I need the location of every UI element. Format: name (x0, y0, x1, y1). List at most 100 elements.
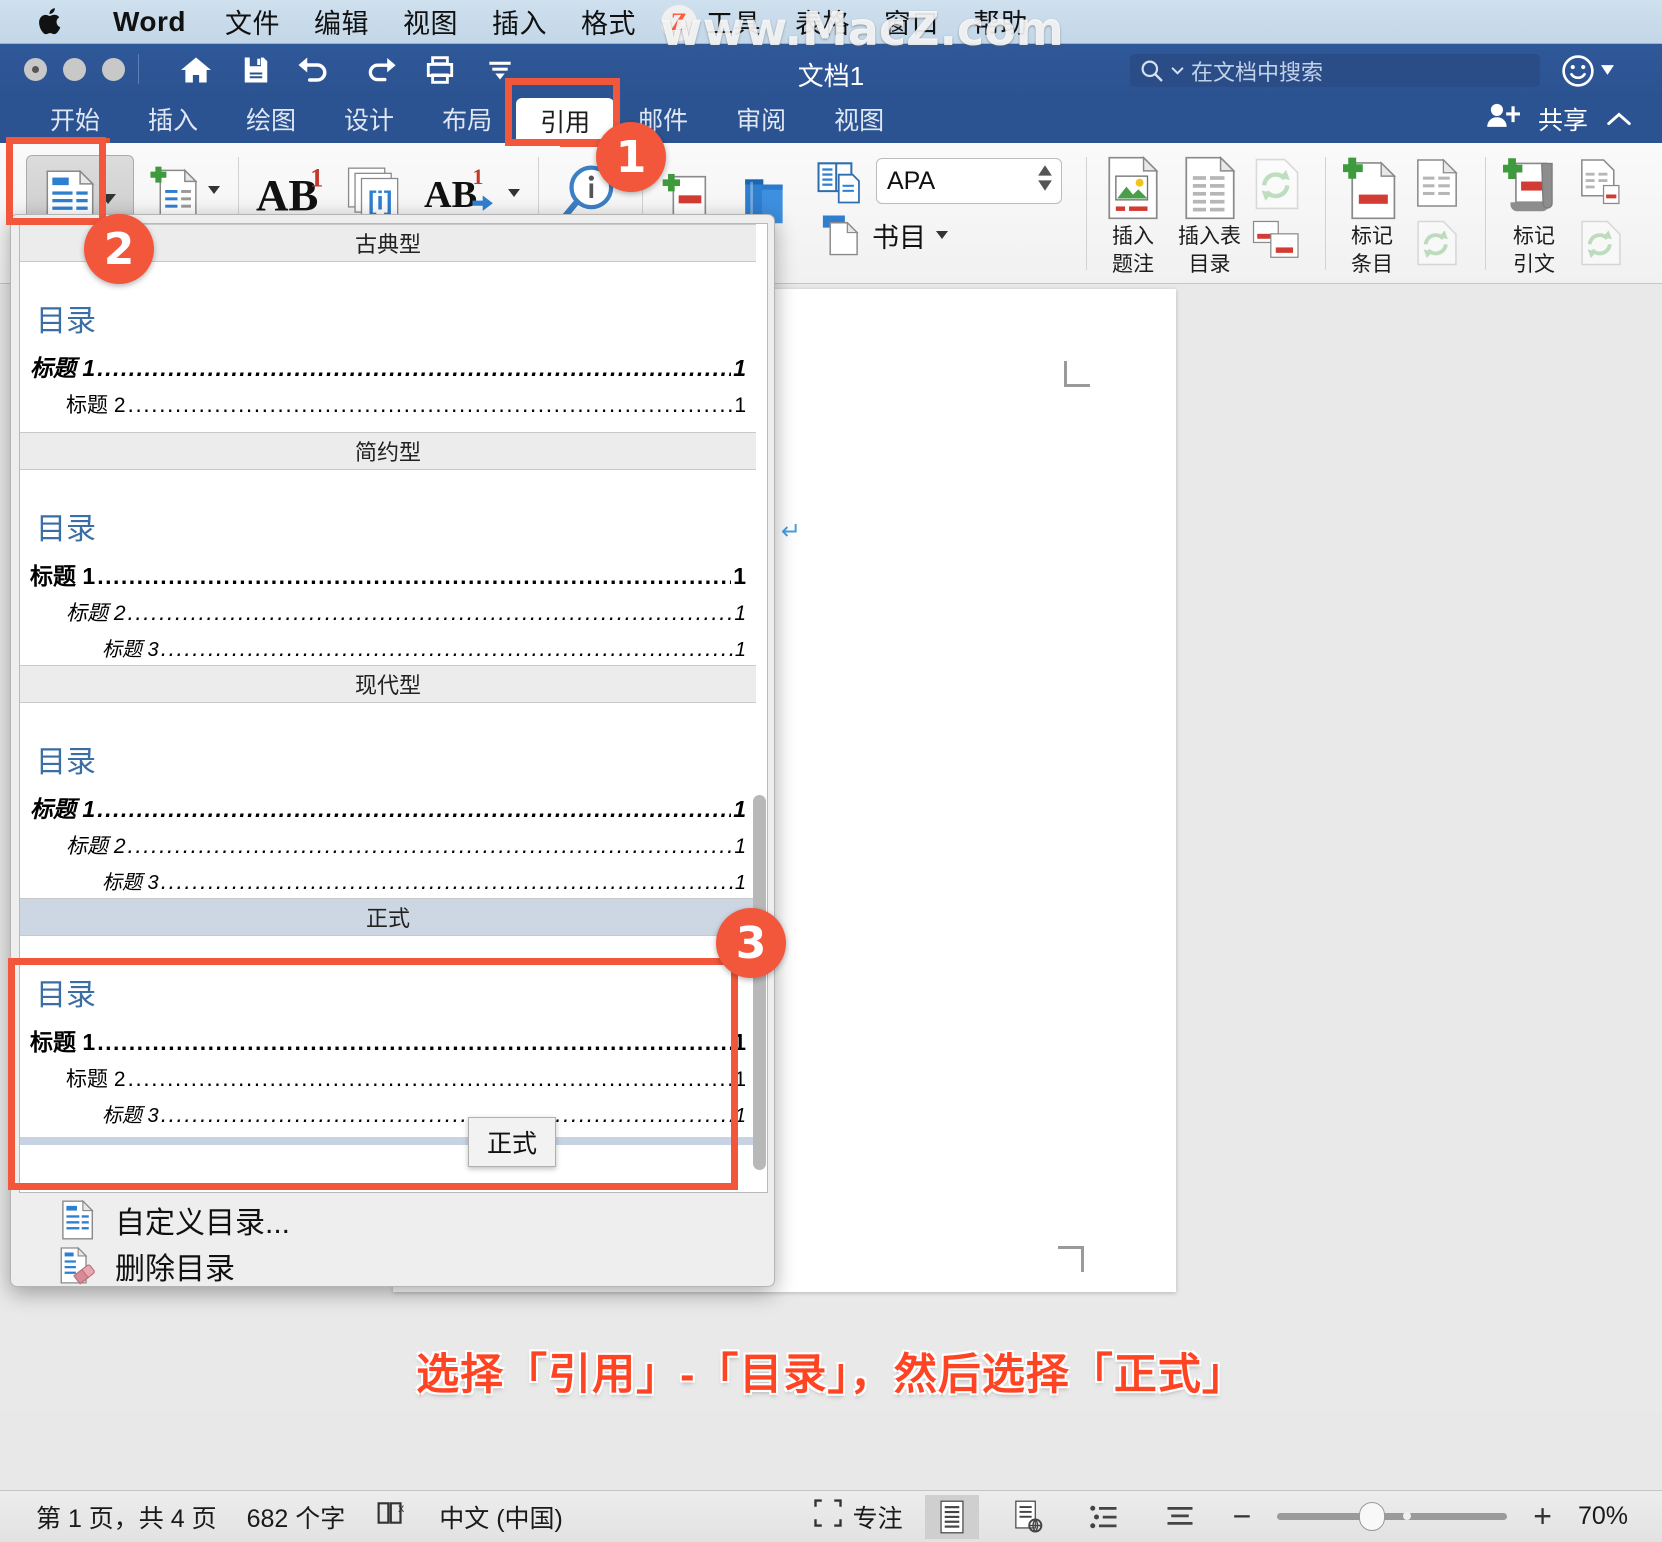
toc-gallery-dropdown[interactable]: 古典型 目录 标题 1 ............................… (10, 214, 775, 1287)
cross-reference-icon (1252, 220, 1299, 258)
toc-gallery-list[interactable]: 古典型 目录 标题 1 ............................… (19, 223, 768, 1193)
leader-dots: ........................................… (160, 1101, 733, 1127)
toc-preview-row: 标题 1 ...................................… (30, 796, 746, 822)
add-person-icon[interactable] (1486, 101, 1520, 138)
tab-view[interactable]: 视图 (810, 95, 908, 143)
tab-draw[interactable]: 绘图 (222, 95, 320, 143)
view-print-layout-button[interactable] (924, 1494, 979, 1539)
toc-preview-title: 目录 (36, 979, 96, 1012)
chevron-down-icon[interactable] (936, 231, 948, 239)
word-count[interactable]: 682 个字 (247, 1499, 346, 1535)
menu-view[interactable]: 视图 (386, 2, 475, 41)
insert-caption-label-1: 插入 (1112, 225, 1154, 248)
view-outline-button[interactable] (1077, 1495, 1131, 1539)
toc-preview-row: 标题 3 ...................................… (102, 1101, 746, 1127)
tab-layout[interactable]: 布局 (418, 95, 516, 143)
menu-help[interactable]: 帮助 (956, 2, 1045, 41)
gallery-item-preview: 目录 标题 1 ................................… (20, 703, 756, 898)
tab-design[interactable]: 设计 (320, 95, 418, 143)
zoom-slider[interactable] (1277, 1502, 1508, 1531)
toc-gallery-item[interactable]: 简约型 目录 标题 1 ............................… (20, 432, 756, 665)
custom-toc-menu-item[interactable]: 自定义目录... (19, 1197, 768, 1243)
chevron-down-icon[interactable] (508, 189, 520, 197)
view-draft-button[interactable] (1153, 1495, 1207, 1539)
AB-arrow-icon: AB 1 (424, 165, 493, 216)
menu-table[interactable]: 表格 (778, 2, 867, 41)
annotation-badge-2: 2 (84, 214, 154, 284)
add-text-button[interactable] (142, 159, 228, 221)
focus-button[interactable]: 专注 (813, 1498, 903, 1535)
toc-gallery-item-selected[interactable]: 正式 目录 标题 1 .............................… (20, 898, 756, 1145)
search-input[interactable]: 在文档中搜索 (1130, 54, 1540, 87)
remove-toc-label: 删除目录 (115, 1253, 235, 1286)
apple-icon[interactable] (36, 5, 66, 39)
tab-review[interactable]: 审阅 (712, 95, 810, 143)
margin-corner-bottom-right (1058, 1246, 1084, 1272)
chevron-down-icon[interactable] (100, 194, 116, 204)
chevron-up-icon[interactable] (1606, 105, 1632, 134)
remove-toc-icon (59, 1246, 95, 1286)
view-web-layout-button[interactable] (1001, 1495, 1055, 1539)
zoom-in-button[interactable]: + (1529, 1498, 1556, 1535)
mark-entry-button[interactable]: 标记 条目 (1335, 151, 1409, 280)
annotation-badge-3: 3 (716, 908, 786, 978)
zoom-slider-knob[interactable] (1359, 1502, 1386, 1531)
tooltip: 正式 (468, 1117, 557, 1167)
gallery-item-preview: 目录 标题 1 ................................… (20, 936, 756, 1145)
zoom-level-label[interactable]: 70% (1578, 1502, 1628, 1531)
tab-insert[interactable]: 插入 (124, 95, 222, 143)
table-of-figures-icon (1184, 155, 1235, 220)
tab-home[interactable]: 开始 (26, 95, 124, 143)
toc-preview-row: 标题 3 ...................................… (102, 635, 746, 661)
toc-preview-row: 标题 2 ...................................… (66, 599, 746, 625)
menu-tools[interactable]: 工具 (689, 2, 778, 41)
index-group: 标记 条目 (1325, 143, 1475, 284)
leader-dots: ........................................… (127, 1065, 733, 1091)
menu-format[interactable]: 格式 (564, 2, 653, 41)
page-info[interactable]: 第 1 页，共 4 页 (36, 1499, 217, 1535)
share-area: 共享 (1486, 95, 1632, 143)
toc-preview-row: 标题 2 ...................................… (66, 1065, 746, 1091)
insert-table-of-authorities-button[interactable] (1573, 157, 1629, 209)
gallery-scrollbar-thumb[interactable] (753, 795, 766, 1170)
menu-insert[interactable]: 插入 (475, 2, 564, 41)
tab-references[interactable]: 引用 (516, 98, 615, 143)
insert-table-of-figures-button[interactable]: 插入表 目录 (1170, 151, 1249, 280)
bibliography-label[interactable]: 书目 (872, 216, 926, 255)
insert-caption-button[interactable]: 插入 题注 (1096, 151, 1170, 280)
bibliography-icon (822, 215, 859, 256)
stepper-icon[interactable] (1037, 165, 1053, 191)
margin-corner-top-right (1064, 361, 1090, 387)
status-right: 专注 − + 70% (813, 1494, 1662, 1539)
zoom-out-button[interactable]: − (1229, 1498, 1256, 1535)
update-table-authorities-button[interactable] (1573, 219, 1629, 267)
mark-citation-label-2: 引文 (1513, 252, 1555, 276)
update-index-button[interactable] (1409, 219, 1465, 267)
menu-file[interactable]: 文件 (208, 2, 297, 41)
cross-reference-button[interactable] (1249, 219, 1305, 261)
menu-window[interactable]: 窗口 (867, 2, 956, 41)
proofing-off-icon[interactable]: x (375, 1498, 409, 1535)
update-table-button[interactable] (1249, 157, 1305, 211)
table-authorities-icon (1581, 159, 1620, 205)
chevron-down-icon[interactable] (208, 186, 220, 194)
leader-dots: ........................................… (97, 796, 731, 822)
remove-toc-menu-item[interactable]: 删除目录 (19, 1243, 768, 1286)
feedback-button[interactable] (1561, 54, 1614, 88)
AB-superscript-1-icon: AB 1 (256, 165, 323, 220)
insert-index-button[interactable] (1409, 157, 1465, 209)
menu-app-name[interactable]: Word (96, 6, 208, 38)
toc-gallery-item[interactable]: 现代型 目录 标题 1 ............................… (20, 665, 756, 898)
menu-edit[interactable]: 编辑 (297, 2, 386, 41)
toc-preview-row: 标题 3 ...................................… (102, 868, 746, 894)
zotero-icon[interactable]: Z (661, 4, 698, 41)
refresh-doc-icon (1417, 220, 1457, 266)
status-left: 第 1 页，共 4 页 682 个字 x 中文 (中国) (0, 1498, 563, 1535)
citation-style-select[interactable]: APA (876, 158, 1062, 204)
web-layout-icon (1014, 1500, 1042, 1533)
share-label[interactable]: 共享 (1538, 101, 1588, 137)
language-label[interactable]: 中文 (中国) (439, 1499, 563, 1535)
chevron-down-icon[interactable] (1601, 62, 1614, 80)
mark-citation-button[interactable]: 标记 引文 (1495, 151, 1573, 280)
gallery-item-header: 现代型 (20, 665, 756, 703)
